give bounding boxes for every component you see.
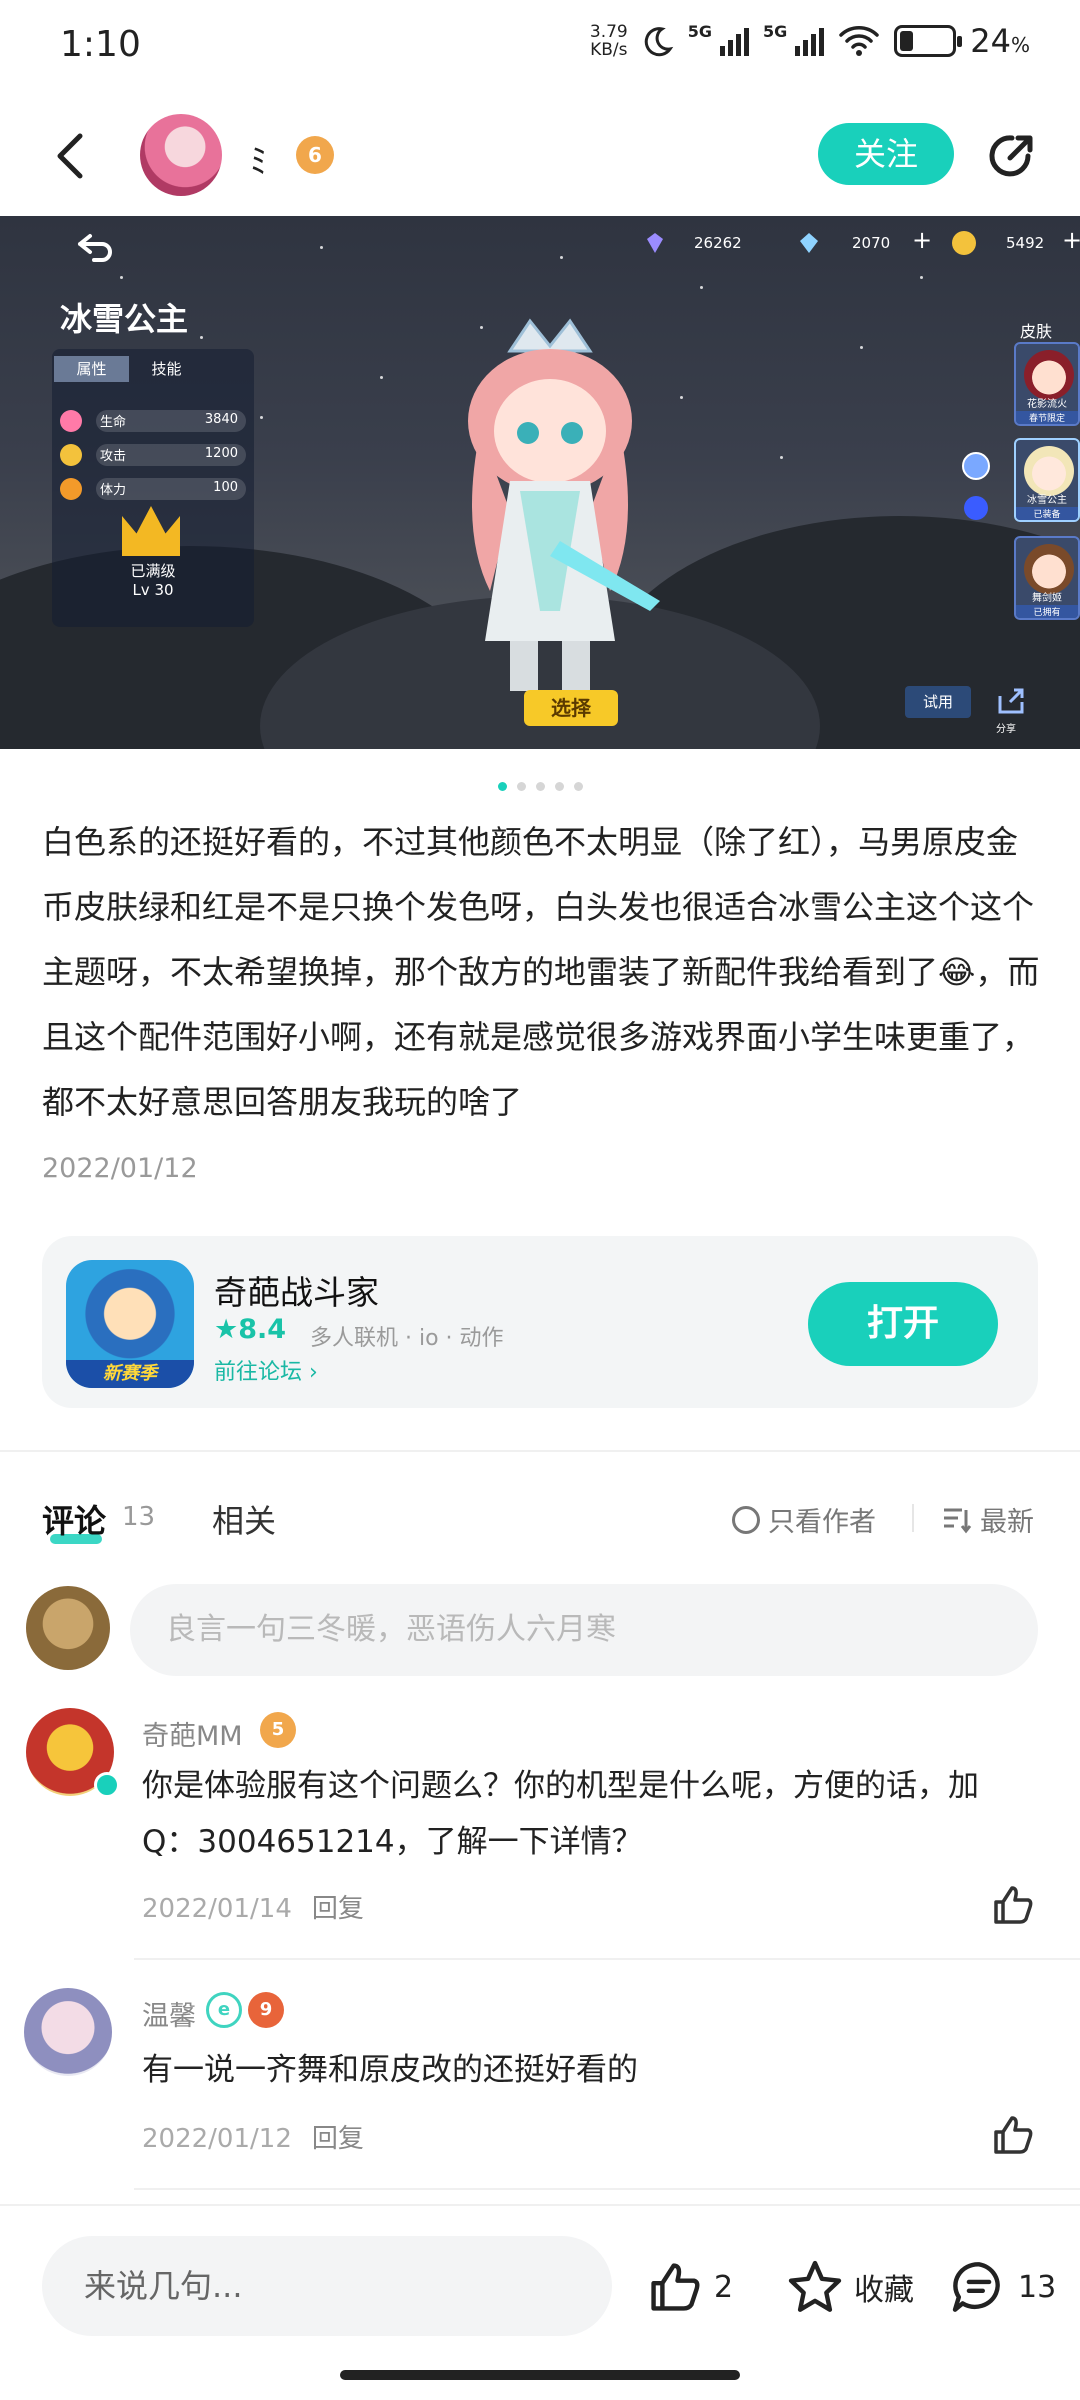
game-rating: ★8.4 (214, 1314, 287, 1345)
separator (912, 1504, 914, 1532)
like-icon[interactable] (990, 1882, 1036, 1928)
game-card[interactable]: 新赛季 奇葩战斗家 ★8.4 多人联机 · io · 动作 前往论坛 › 打开 (42, 1236, 1038, 1408)
post-date: 2022/01/12 (42, 1153, 198, 1184)
comment-text[interactable]: 你是体验服有这个问题么？你的机型是什么呢，方便的话，加Q：3004651214，… (142, 1758, 1022, 1870)
chevron-right-icon: › (309, 1360, 318, 1385)
comments-count: 13 (122, 1502, 156, 1532)
stat-stamina: 体力 100 (60, 478, 246, 500)
carousel-indicator (498, 782, 583, 791)
sort-latest[interactable]: 最新 (942, 1500, 1034, 1539)
moon-icon (644, 27, 673, 57)
coin-icon (952, 231, 976, 255)
like-post-button[interactable]: 2 (646, 2258, 733, 2316)
reply-button[interactable]: 回复 (312, 2124, 364, 2154)
tab-attr: 属性 (54, 356, 129, 382)
comment-divider (134, 1958, 1080, 1960)
star-icon: ★ (214, 1314, 239, 1345)
game-share-label: 分享 (996, 724, 1016, 735)
game-name[interactable]: 奇葩战斗家 (214, 1266, 379, 1314)
post-header: ﾐ 6 关注 (0, 96, 1080, 216)
hero-name: 冰雪公主 (60, 300, 189, 338)
status-time: 1:10 (60, 24, 141, 65)
tab-related[interactable]: 相关 (212, 1496, 276, 1542)
my-avatar[interactable] (26, 1586, 110, 1670)
reply-button[interactable]: 回复 (312, 1894, 364, 1924)
battery-percent: 24% (970, 22, 1030, 60)
verified-icon (94, 1772, 120, 1798)
favorite-button[interactable]: 收藏 (786, 2258, 914, 2316)
status-bar: 1:10 3.79 KB/s 5G 5G 24% (0, 0, 1080, 96)
plus-icon-2: + (1062, 226, 1080, 254)
wifi-icon (839, 26, 880, 56)
section-divider (0, 1450, 1080, 1452)
plus-icon: + (912, 226, 933, 254)
game-share-icon (998, 688, 1024, 714)
hero-tabs: 属性 技能 (54, 356, 204, 382)
author-avatar[interactable] (140, 114, 222, 196)
comment-meta: 2022/01/14 回复 (142, 1894, 364, 1924)
radio-icon (732, 1505, 760, 1534)
emoji-laugh: 😂 (938, 953, 976, 991)
say-something-input[interactable]: 来说几句... (42, 2236, 612, 2336)
open-game-button[interactable]: 打开 (808, 1282, 998, 1366)
comment-divider (134, 2188, 1080, 2190)
skin-item: 冰雪公主 已装备 (1014, 438, 1080, 522)
skin-item: 舞剑姬 已拥有 (1014, 536, 1080, 620)
skin-item: 花影流火 春节限定 (1014, 342, 1080, 426)
post-image-carousel[interactable]: 26262 2070 + 5492 + 冰雪公主 属性 技能 生命 3840 攻击… (0, 216, 1080, 749)
sim1-label: 5G (687, 22, 712, 41)
share-icon[interactable] (984, 128, 1040, 184)
resource-diamond: 2070 (852, 234, 891, 252)
author-level-badge: 6 (296, 136, 334, 174)
only-author-toggle[interactable]: 只看作者 (732, 1500, 876, 1539)
skins-label: 皮肤 (1020, 322, 1053, 341)
select-hero-button: 选择 (524, 690, 618, 726)
post-body: 白色系的还挺好看的，不过其他颜色不太明显（除了红），马男原皮金币皮肤绿和红是不是… (42, 823, 1040, 1121)
stat-hp: 生命 3840 (60, 410, 246, 432)
commenter-level-badge: 5 (260, 1712, 296, 1748)
crystal-icon (647, 233, 663, 253)
comment-input[interactable]: 良言一句三冬暖，恶语伤人六月寒 (130, 1584, 1038, 1676)
game-tags: 多人联机 · io · 动作 (310, 1326, 504, 1351)
star-icon (788, 2260, 842, 2312)
battery-icon (894, 25, 963, 57)
commenter-avatar[interactable] (24, 1988, 112, 2076)
thumb-up-icon (651, 2263, 700, 2311)
stat-attack: 攻击 1200 (60, 444, 246, 466)
forum-link[interactable]: 前往论坛 › (214, 1354, 318, 1386)
sort-icon (944, 1508, 972, 1533)
signal-icon (720, 26, 749, 56)
comments-button[interactable]: 13 (950, 2258, 1056, 2316)
comment-text[interactable]: 有一说一齐舞和原皮改的还挺好看的 (142, 2042, 1022, 2098)
home-indicator[interactable] (340, 2370, 740, 2380)
commenter-name[interactable]: 温馨 (142, 1994, 196, 2033)
try-skin-button: 试用 (905, 686, 971, 718)
author-name[interactable]: ﾐ (250, 134, 267, 183)
resource-crystal: 26262 (694, 234, 742, 252)
max-level: 已满级 Lv 30 (130, 562, 176, 599)
color-option-white (962, 452, 990, 480)
commenter-name[interactable]: 奇葩MM (142, 1714, 243, 1753)
follow-button[interactable]: 关注 (818, 123, 954, 185)
comment-icon (952, 2262, 1000, 2312)
net-speed: 3.79 KB/s (589, 22, 628, 60)
game-icon[interactable]: 新赛季 (66, 1260, 194, 1388)
game-back-icon (78, 234, 112, 262)
diamond-icon (800, 233, 818, 253)
official-badge-icon: e (206, 1992, 242, 2028)
hero-character (468, 318, 660, 691)
tab-skill: 技能 (151, 360, 182, 378)
comment-meta: 2022/01/12 回复 (142, 2124, 364, 2154)
signal-icon-2 (795, 26, 825, 56)
sim2-label: 5G (763, 22, 788, 41)
back-icon[interactable] (46, 130, 98, 182)
status-icons: 3.79 KB/s 5G 5G 24% (590, 22, 1030, 60)
color-option-blue (964, 496, 988, 520)
like-icon[interactable] (990, 2112, 1036, 2158)
resource-coin: 5492 (1006, 234, 1045, 252)
commenter-level-badge: 9 (248, 1992, 284, 2028)
tab-comments[interactable]: 评论 (42, 1496, 106, 1542)
